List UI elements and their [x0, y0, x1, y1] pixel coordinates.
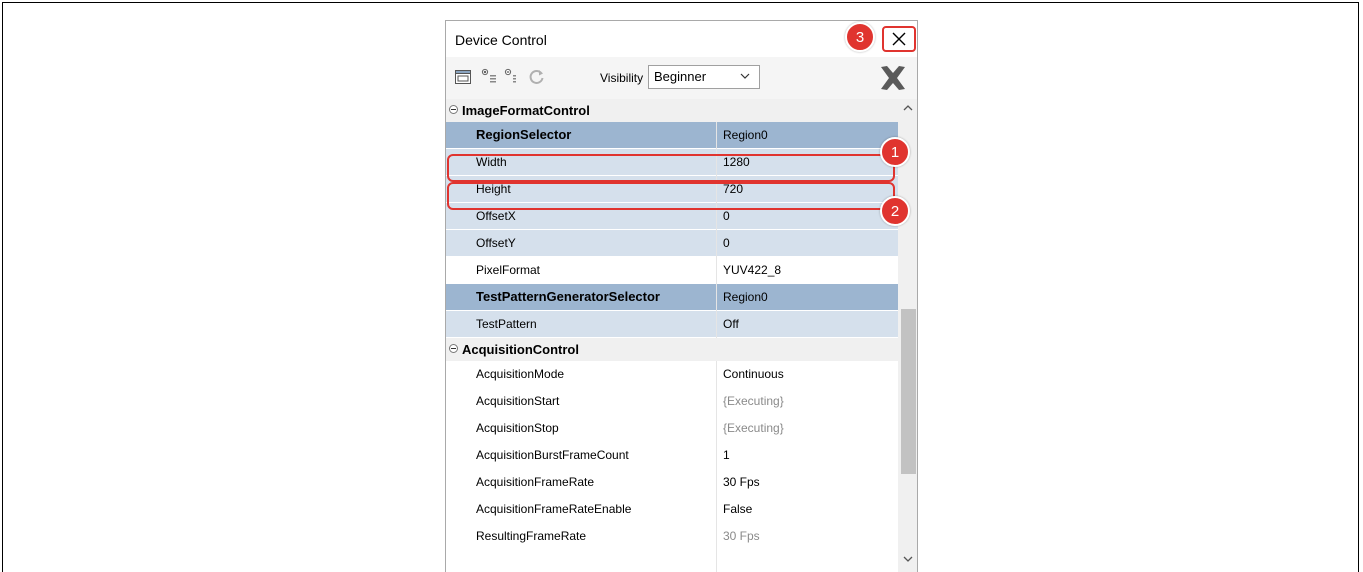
category-acquisitioncontrol[interactable]: AcquisitionControl	[446, 338, 898, 361]
property-row-acquisitionstart[interactable]: AcquisitionStart {Executing}	[446, 388, 898, 415]
visibility-select[interactable]: Beginner	[648, 65, 760, 89]
property-value[interactable]: {Executing}	[717, 415, 898, 441]
refresh-icon[interactable]	[528, 68, 546, 86]
property-value[interactable]: 0	[717, 230, 898, 256]
property-row-acquisitionburstframecount[interactable]: AcquisitionBurstFrameCount 1	[446, 442, 898, 469]
property-name: PixelFormat	[446, 257, 716, 283]
chevron-up-icon	[903, 104, 912, 110]
property-name: TestPattern	[446, 311, 716, 337]
property-value[interactable]: Region0	[717, 122, 898, 148]
expand-all-icon[interactable]	[481, 68, 499, 86]
property-value[interactable]: {Executing}	[717, 388, 898, 414]
property-name: AcquisitionStop	[446, 415, 716, 441]
property-name: AcquisitionStart	[446, 388, 716, 414]
property-row-acquisitionstop[interactable]: AcquisitionStop {Executing}	[446, 415, 898, 442]
property-name: AcquisitionFrameRate	[446, 469, 716, 495]
category-label: ImageFormatControl	[462, 103, 590, 118]
property-value[interactable]: Region0	[717, 284, 898, 310]
chevron-down-icon	[740, 73, 750, 79]
property-row-resultingframerate[interactable]: ResultingFrameRate 30 Fps	[446, 523, 898, 550]
highlight-height-row	[447, 182, 895, 210]
property-value[interactable]: YUV422_8	[717, 257, 898, 283]
visibility-label: Visibility	[600, 71, 644, 85]
close-button[interactable]	[882, 26, 916, 52]
property-row-testpattern[interactable]: TestPattern Off	[446, 311, 898, 338]
toolbar: Visibility Beginner	[446, 59, 917, 97]
property-row-acquisitionframerate[interactable]: AcquisitionFrameRate 30 Fps	[446, 469, 898, 496]
property-name: AcquisitionMode	[446, 361, 716, 387]
scroll-thumb[interactable]	[901, 309, 916, 474]
property-name: RegionSelector	[446, 122, 716, 148]
window-title: Device Control	[455, 32, 547, 48]
device-control-dialog: Device Control Visibility Beginner Image…	[445, 20, 918, 572]
category-label: AcquisitionControl	[462, 342, 579, 357]
category-imageformatcontrol[interactable]: ImageFormatControl	[446, 99, 898, 122]
property-name: TestPatternGeneratorSelector	[446, 284, 716, 310]
property-name: ResultingFrameRate	[446, 523, 716, 549]
scroll-up-button[interactable]	[898, 99, 917, 116]
collapse-icon[interactable]	[449, 105, 458, 114]
property-value[interactable]: False	[717, 496, 898, 522]
property-value[interactable]: Continuous	[717, 361, 898, 387]
delete-icon[interactable]	[878, 63, 908, 93]
property-row-pixelformat[interactable]: PixelFormat YUV422_8	[446, 257, 898, 284]
property-value[interactable]: 1	[717, 442, 898, 468]
property-row-acquisitionframerateenable[interactable]: AcquisitionFrameRateEnable False	[446, 496, 898, 523]
scroll-down-button[interactable]	[898, 550, 917, 567]
collapse-all-icon[interactable]	[504, 68, 522, 86]
close-icon	[892, 32, 906, 46]
property-value[interactable]: Off	[717, 311, 898, 337]
property-row-testpatterngeneratorselector[interactable]: TestPatternGeneratorSelector Region0	[446, 284, 898, 311]
property-row-acquisitionmode[interactable]: AcquisitionMode Continuous	[446, 361, 898, 388]
highlight-width-row	[447, 154, 895, 182]
properties-icon[interactable]	[454, 68, 472, 86]
property-row-offsety[interactable]: OffsetY 0	[446, 230, 898, 257]
property-value[interactable]: 30 Fps	[717, 523, 898, 549]
property-name: AcquisitionFrameRateEnable	[446, 496, 716, 522]
vertical-scrollbar[interactable]	[898, 99, 917, 572]
annotation-badge-1: 1	[880, 137, 910, 167]
annotation-badge-3: 3	[845, 22, 875, 52]
property-row-regionselector[interactable]: RegionSelector Region0	[446, 122, 898, 149]
chevron-down-icon	[903, 556, 912, 562]
visibility-value: Beginner	[654, 69, 707, 84]
annotation-badge-2: 2	[880, 196, 910, 226]
collapse-icon[interactable]	[449, 344, 458, 353]
property-name: OffsetY	[446, 230, 716, 256]
property-name: AcquisitionBurstFrameCount	[446, 442, 716, 468]
property-value[interactable]: 30 Fps	[717, 469, 898, 495]
